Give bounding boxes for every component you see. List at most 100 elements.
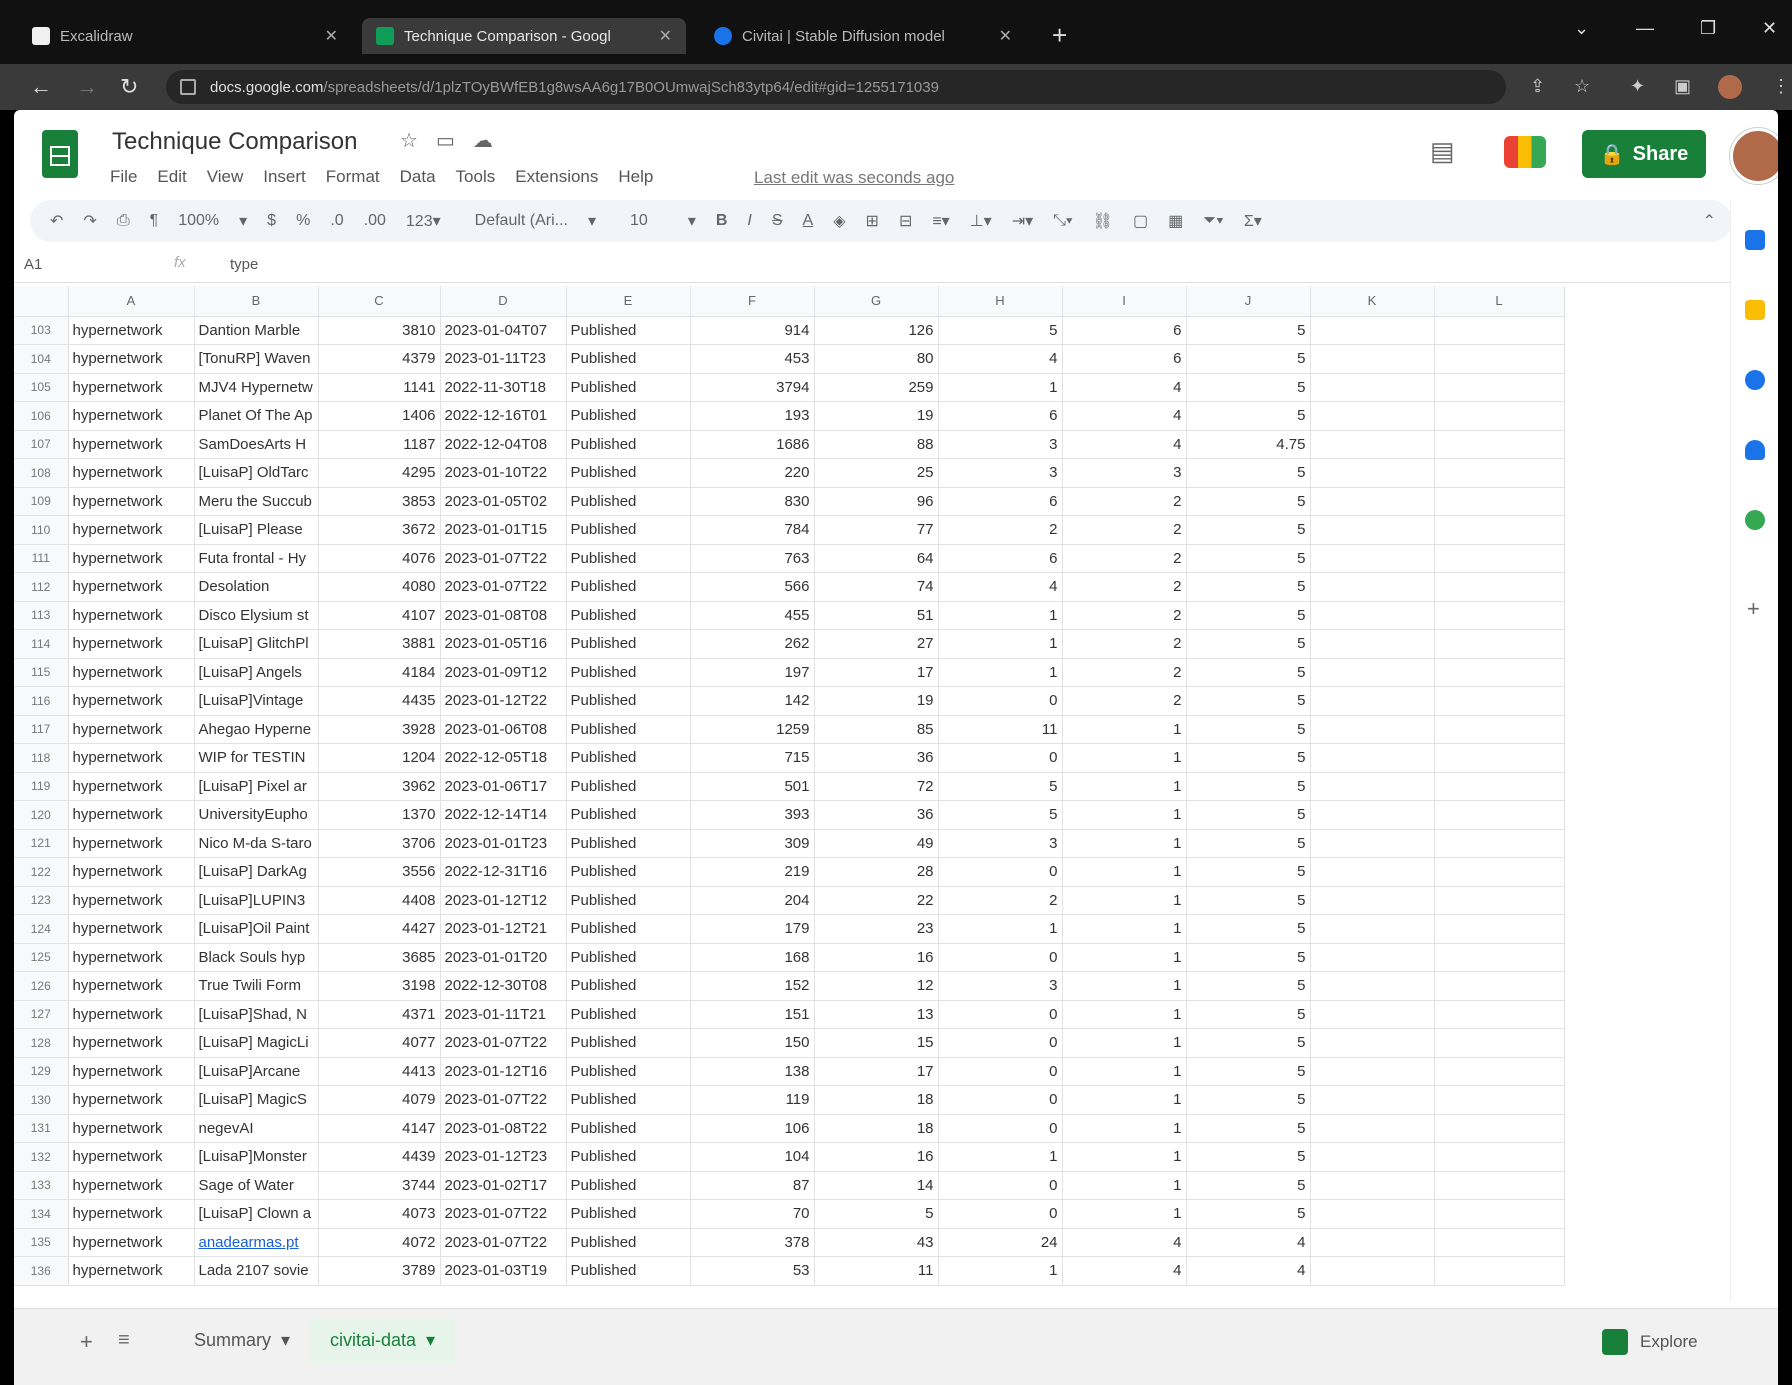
cell-empty[interactable] bbox=[1434, 601, 1565, 630]
cell-ratings[interactable]: 4 bbox=[1062, 1256, 1187, 1286]
column-header[interactable]: J bbox=[1186, 286, 1311, 317]
vertical-align-icon[interactable]: ⊥▾ bbox=[970, 211, 992, 231]
row-header[interactable]: 123 bbox=[14, 886, 69, 915]
cell-favorites[interactable]: 36 bbox=[814, 800, 939, 830]
cell-favorites[interactable]: 14 bbox=[814, 1171, 939, 1200]
cell-empty[interactable] bbox=[1434, 1142, 1565, 1172]
cell-ratings[interactable]: 4 bbox=[1062, 401, 1187, 431]
move-folder-icon[interactable]: ▭ bbox=[436, 130, 455, 152]
cell-status[interactable]: Published bbox=[566, 544, 691, 573]
cell-created[interactable]: 2022-12-14T14 bbox=[440, 800, 567, 830]
cell-created[interactable]: 2023-01-10T22 bbox=[440, 458, 567, 488]
cell-type[interactable]: hypernetwork bbox=[68, 1171, 195, 1200]
currency-icon[interactable]: $ bbox=[267, 212, 276, 230]
cell-status[interactable]: Published bbox=[566, 971, 691, 1001]
cell-status[interactable]: Published bbox=[566, 800, 691, 830]
cell-comments[interactable]: 1 bbox=[938, 1142, 1063, 1172]
cell-empty[interactable] bbox=[1434, 1171, 1565, 1200]
cell-name[interactable]: [LuisaP]LUPIN3 bbox=[194, 886, 319, 915]
cell-downloads[interactable]: 262 bbox=[690, 629, 815, 659]
cell-type[interactable]: hypernetwork bbox=[68, 487, 195, 516]
cell-name[interactable]: Sage of Water bbox=[194, 1171, 319, 1200]
cell-comments[interactable]: 0 bbox=[938, 1028, 1063, 1058]
cell-comments[interactable]: 5 bbox=[938, 316, 1063, 345]
cell-comments[interactable]: 0 bbox=[938, 1000, 1063, 1029]
cell-id[interactable]: 3744 bbox=[318, 1171, 441, 1200]
row-header[interactable]: 107 bbox=[14, 430, 69, 459]
cell-status[interactable]: Published bbox=[566, 1142, 691, 1172]
cell-name[interactable]: WIP for TESTIN bbox=[194, 743, 319, 773]
row-header[interactable]: 125 bbox=[14, 943, 69, 972]
cell-favorites[interactable]: 72 bbox=[814, 772, 939, 801]
cell-empty[interactable] bbox=[1310, 487, 1435, 516]
menu-data[interactable]: Data bbox=[400, 167, 436, 187]
cell-downloads[interactable]: 119 bbox=[690, 1085, 815, 1115]
cell-id[interactable]: 4295 bbox=[318, 458, 441, 488]
cell-ratings[interactable]: 1 bbox=[1062, 800, 1187, 830]
cell-favorites[interactable]: 96 bbox=[814, 487, 939, 516]
row-header[interactable]: 135 bbox=[14, 1228, 69, 1257]
cell-empty[interactable] bbox=[1434, 800, 1565, 830]
row-header[interactable]: 130 bbox=[14, 1085, 69, 1115]
cell-name[interactable]: [LuisaP] Pixel ar bbox=[194, 772, 319, 801]
cell-rating[interactable]: 5 bbox=[1186, 601, 1311, 630]
cell-downloads[interactable]: 193 bbox=[690, 401, 815, 431]
cell-comments[interactable]: 5 bbox=[938, 772, 1063, 801]
cell-ratings[interactable]: 6 bbox=[1062, 316, 1187, 345]
maps-icon[interactable] bbox=[1745, 510, 1765, 530]
cell-id[interactable]: 4184 bbox=[318, 658, 441, 687]
cell-rating[interactable]: 5 bbox=[1186, 1028, 1311, 1058]
cell-name[interactable]: [LuisaP] Clown a bbox=[194, 1199, 319, 1229]
cell-type[interactable]: hypernetwork bbox=[68, 1114, 195, 1143]
spreadsheet-grid[interactable]: A B C D E F G H I J K L 103 hypernetwork D… bbox=[14, 286, 1724, 1306]
cell-id[interactable]: 3962 bbox=[318, 772, 441, 801]
cell-ratings[interactable]: 2 bbox=[1062, 601, 1187, 630]
cell-rating[interactable]: 5 bbox=[1186, 1142, 1311, 1172]
cell-comments[interactable]: 0 bbox=[938, 1085, 1063, 1115]
cell-downloads[interactable]: 309 bbox=[690, 829, 815, 858]
cell-downloads[interactable]: 106 bbox=[690, 1114, 815, 1143]
row-header[interactable]: 122 bbox=[14, 857, 69, 887]
cell-id[interactable]: 1370 bbox=[318, 800, 441, 830]
cell-type[interactable]: hypernetwork bbox=[68, 800, 195, 830]
cell-created[interactable]: 2023-01-01T15 bbox=[440, 515, 567, 545]
cell-type[interactable]: hypernetwork bbox=[68, 1028, 195, 1058]
cell-downloads[interactable]: 715 bbox=[690, 743, 815, 773]
row-header[interactable]: 133 bbox=[14, 1171, 69, 1200]
cell-favorites[interactable]: 13 bbox=[814, 1000, 939, 1029]
cell-status[interactable]: Published bbox=[566, 857, 691, 887]
cell-rating[interactable]: 5 bbox=[1186, 1171, 1311, 1200]
cell-created[interactable]: 2023-01-04T07 bbox=[440, 316, 567, 345]
cell-favorites[interactable]: 51 bbox=[814, 601, 939, 630]
cell-rating[interactable]: 5 bbox=[1186, 458, 1311, 488]
cell-status[interactable]: Published bbox=[566, 886, 691, 915]
row-header[interactable]: 118 bbox=[14, 743, 69, 773]
row-header[interactable]: 103 bbox=[14, 316, 69, 345]
cell-id[interactable]: 4079 bbox=[318, 1085, 441, 1115]
cell-created[interactable]: 2023-01-09T12 bbox=[440, 658, 567, 687]
row-header[interactable]: 109 bbox=[14, 487, 69, 516]
cell-id[interactable]: 3672 bbox=[318, 515, 441, 545]
functions-icon[interactable]: Σ▾ bbox=[1244, 211, 1262, 231]
cell-name[interactable]: Lada 2107 sovie bbox=[194, 1256, 319, 1286]
cell-empty[interactable] bbox=[1434, 658, 1565, 687]
cell-empty[interactable] bbox=[1434, 1085, 1565, 1115]
row-header[interactable]: 115 bbox=[14, 658, 69, 687]
cell-comments[interactable]: 1 bbox=[938, 658, 1063, 687]
cell-empty[interactable] bbox=[1310, 1228, 1435, 1257]
cell-rating[interactable]: 4 bbox=[1186, 1228, 1311, 1257]
row-header[interactable]: 112 bbox=[14, 572, 69, 602]
cell-downloads[interactable]: 455 bbox=[690, 601, 815, 630]
filter-icon[interactable]: ⏷▾ bbox=[1203, 212, 1224, 230]
cell-ratings[interactable]: 2 bbox=[1062, 686, 1187, 716]
cell-empty[interactable] bbox=[1434, 515, 1565, 545]
cell-id[interactable]: 3881 bbox=[318, 629, 441, 659]
cell-rating[interactable]: 5 bbox=[1186, 629, 1311, 659]
cell-empty[interactable] bbox=[1434, 857, 1565, 887]
cell-ratings[interactable]: 4 bbox=[1062, 1228, 1187, 1257]
column-header[interactable]: I bbox=[1062, 286, 1187, 317]
cell-name[interactable]: Planet Of The Ap bbox=[194, 401, 319, 431]
cell-name[interactable]: [LuisaP]Vintage bbox=[194, 686, 319, 716]
cell-id[interactable]: 3789 bbox=[318, 1256, 441, 1286]
row-header[interactable]: 111 bbox=[14, 544, 69, 573]
